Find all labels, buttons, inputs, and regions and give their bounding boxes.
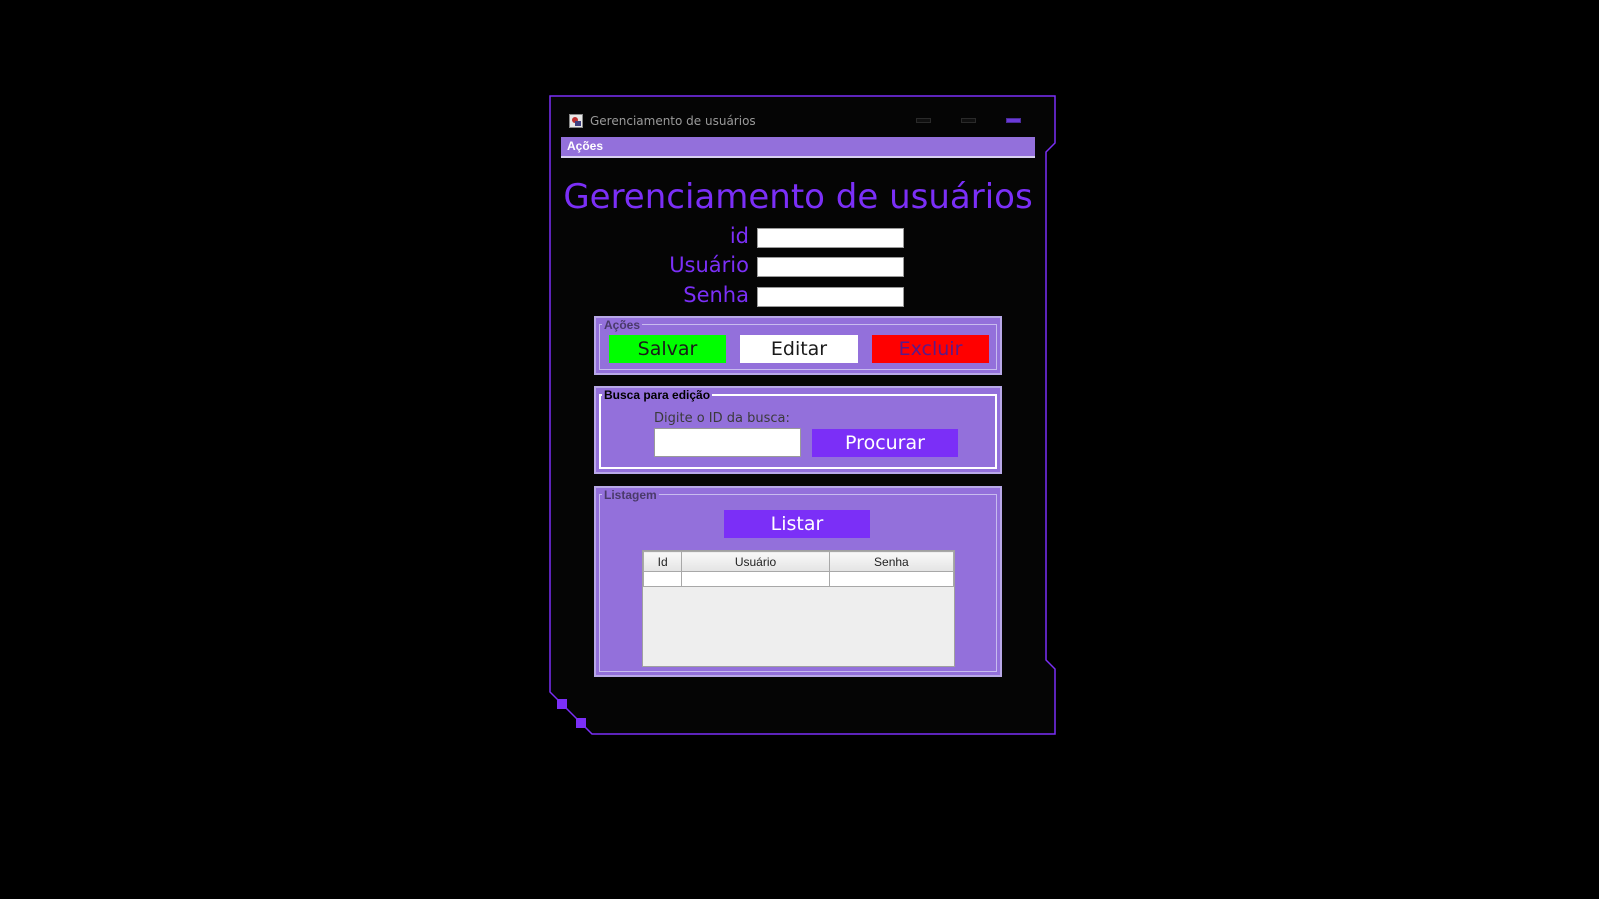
minimize-button[interactable] (916, 118, 931, 123)
search-id-input[interactable] (654, 428, 801, 457)
list-panel-legend: Listagem (602, 488, 659, 502)
menu-bar: Ações (561, 137, 1035, 158)
table-header-row: Id Usuário Senha (642, 551, 955, 572)
id-field[interactable] (757, 228, 904, 248)
table-cell[interactable] (828, 571, 955, 587)
window-title: Gerenciamento de usuários (590, 114, 756, 128)
table-row[interactable] (642, 571, 955, 587)
delete-button[interactable]: Excluir (872, 335, 989, 363)
search-button[interactable]: Procurar (812, 429, 958, 457)
desktop-background: Gerenciamento de usuários Ações Gerencia… (0, 0, 1599, 899)
edit-button[interactable]: Editar (740, 335, 858, 363)
column-header-usuario[interactable]: Usuário (681, 551, 830, 572)
maximize-button[interactable] (961, 118, 976, 123)
close-button[interactable] (1006, 118, 1021, 123)
users-table: Id Usuário Senha (642, 551, 955, 587)
table-cell[interactable] (642, 571, 683, 587)
senha-label: Senha (683, 283, 749, 307)
menu-item-acoes[interactable]: Ações (567, 139, 603, 153)
app-icon (569, 114, 583, 128)
senha-field[interactable] (757, 287, 904, 307)
frame-corner-decoration (576, 718, 586, 728)
column-header-senha[interactable]: Senha (828, 551, 955, 572)
search-panel: Busca para edição Digite o ID da busca: … (594, 386, 1002, 474)
actions-panel: Ações Salvar Editar Excluir (594, 316, 1002, 375)
search-prompt-label: Digite o ID da busca: (654, 411, 790, 426)
list-panel: Listagem Listar Id Usuário Senha (594, 486, 1002, 677)
save-button[interactable]: Salvar (609, 335, 726, 363)
usuario-field[interactable] (757, 257, 904, 277)
table-cell[interactable] (681, 571, 830, 587)
list-button[interactable]: Listar (724, 510, 870, 538)
column-header-id[interactable]: Id (642, 551, 683, 572)
users-table-scroll[interactable]: Id Usuário Senha (642, 550, 955, 667)
id-label: id (729, 224, 749, 248)
page-title: Gerenciamento de usuários (563, 177, 1033, 217)
actions-panel-legend: Ações (602, 318, 643, 332)
usuario-label: Usuário (669, 253, 749, 277)
search-panel-legend: Busca para edição (602, 388, 713, 402)
frame-corner-decoration (557, 699, 567, 709)
